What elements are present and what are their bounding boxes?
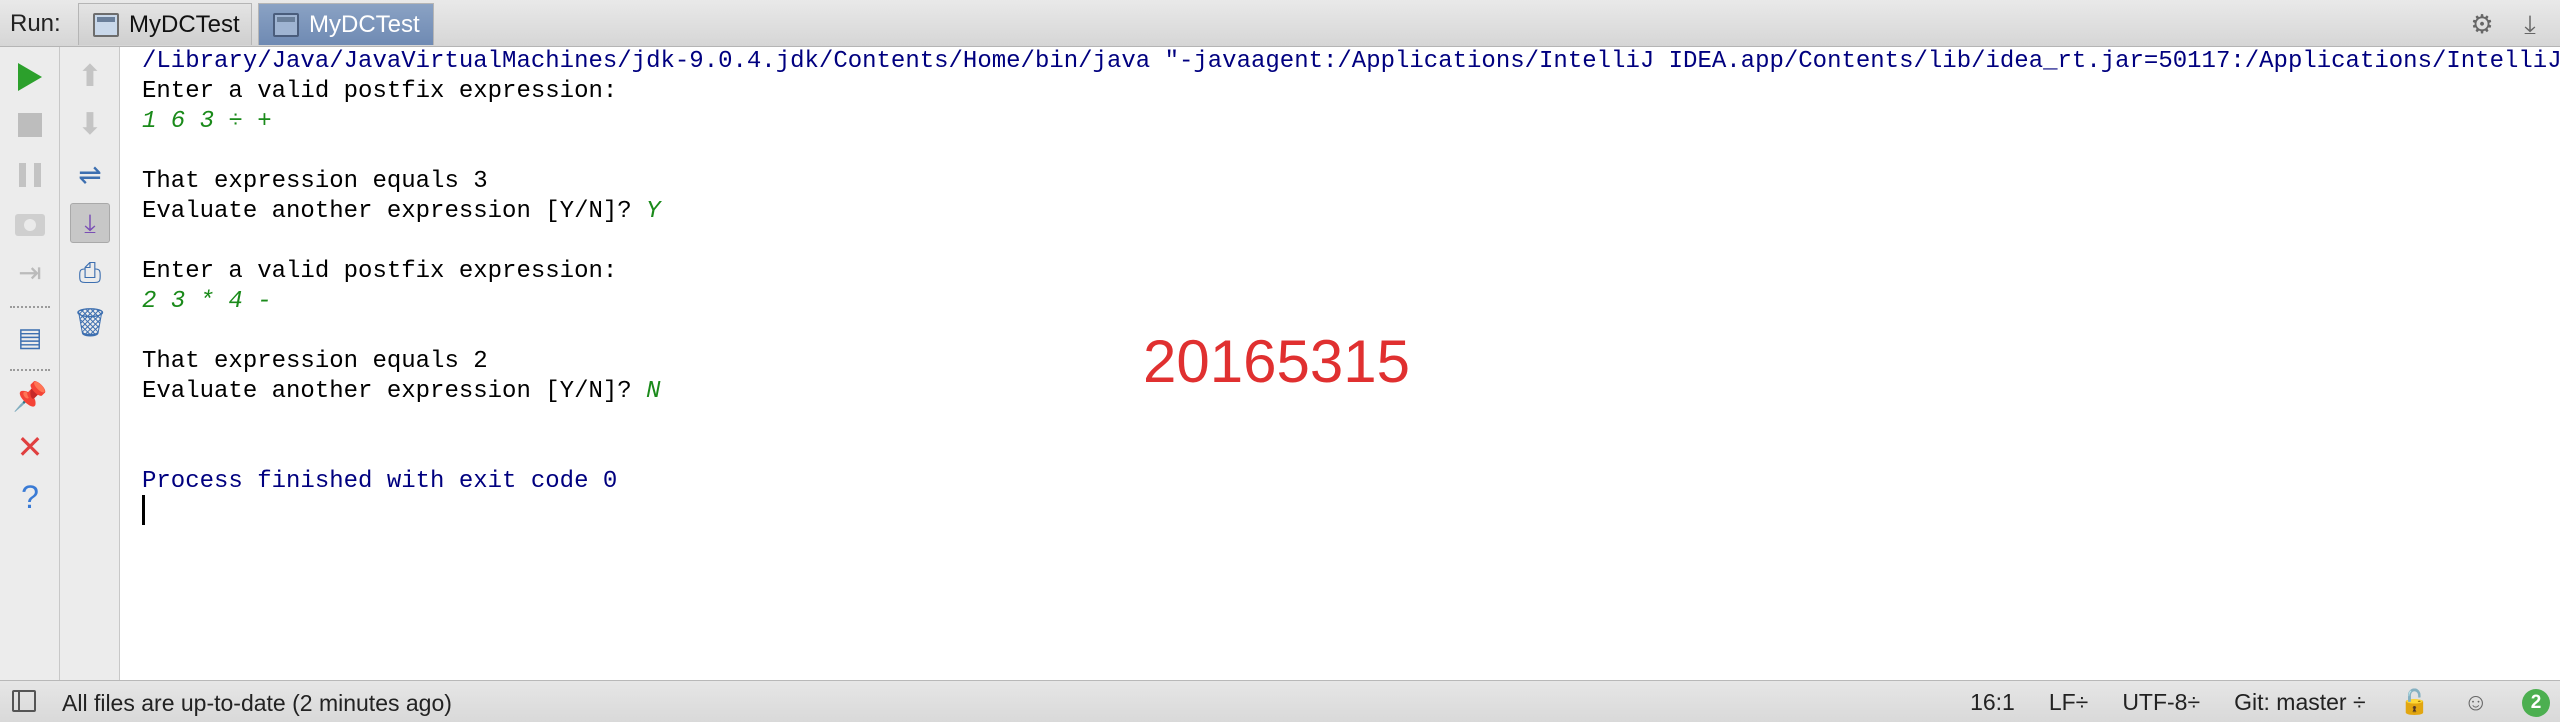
console-user-input: N [646, 378, 661, 405]
restore-layout-icon[interactable]: ⇥ [10, 253, 50, 293]
console-exit-line: Process finished with exit code 0 [142, 468, 618, 495]
console-line: Evaluate another expression [Y/N]? Y [142, 197, 661, 227]
down-arrow-icon[interactable]: ⬇ [70, 105, 110, 145]
run-tab-mydctest-1[interactable]: MyDCTest [78, 3, 252, 45]
watermark-text: 20165315 [1143, 328, 1410, 395]
console-user-input: 2 3 * 4 - [142, 288, 272, 315]
trash-icon[interactable]: 🗑 [70, 303, 110, 343]
git-branch[interactable]: Git: master ÷ [2234, 689, 2365, 716]
layout-icon[interactable]: ▤ [10, 317, 50, 357]
console-line: That expression equals 2 [142, 348, 488, 375]
line-separator[interactable]: LF÷ [2049, 689, 2088, 716]
stop-icon[interactable] [10, 105, 50, 145]
pin-icon[interactable]: 📌 [10, 377, 50, 417]
console-line: Enter a valid postfix expression: [142, 78, 618, 105]
status-message[interactable]: All files are up-to-date (2 minutes ago) [62, 690, 452, 717]
run-tab-mydctest-2[interactable]: MyDCTest [258, 3, 434, 45]
console-user-input: Y [646, 198, 661, 225]
run-toolbar-primary: ⇥ ▤ 📌 ✕ ? [0, 47, 60, 680]
tool-windows-toggle-icon[interactable] [12, 690, 36, 712]
console-line: Enter a valid postfix expression: [142, 258, 618, 285]
console-user-input: 1 6 3 ÷ + [142, 108, 272, 135]
status-bar: All files are up-to-date (2 minutes ago)… [0, 680, 2560, 722]
run-tool-window-header: Run: MyDCTest MyDCTest ⚙ ⤓ [0, 0, 2560, 47]
console-line: Evaluate another expression [Y/N]? N [142, 377, 661, 407]
console-line: That expression equals 3 [142, 168, 488, 195]
tab-label: MyDCTest [129, 10, 240, 38]
notifications-badge[interactable]: 2 [2522, 688, 2550, 717]
run-config-icon [93, 12, 119, 37]
help-icon[interactable]: ? [10, 477, 50, 517]
lock-icon[interactable]: 🔓 [2400, 688, 2430, 717]
scroll-to-end-icon[interactable]: ⤓ [70, 203, 110, 243]
close-icon[interactable]: ✕ [10, 427, 50, 467]
caret-position[interactable]: 16:1 [1970, 689, 2015, 716]
soft-wrap-icon[interactable]: ⇌ [70, 155, 110, 195]
inspector-icon[interactable]: ☺ [2463, 689, 2488, 717]
console-text: Evaluate another expression [Y/N]? [142, 378, 647, 405]
console-text: Evaluate another expression [Y/N]? [142, 198, 647, 225]
tab-label: MyDCTest [309, 10, 420, 38]
run-icon[interactable] [10, 57, 50, 97]
file-encoding[interactable]: UTF-8÷ [2122, 689, 2200, 716]
text-caret [142, 495, 145, 525]
snapshot-icon[interactable] [10, 205, 50, 245]
settings-gear-icon[interactable]: ⚙ [2466, 8, 2498, 40]
console-command-line: /Library/Java/JavaVirtualMachines/jdk-9.… [142, 48, 2560, 75]
run-config-icon [273, 12, 299, 37]
download-icon[interactable]: ⤓ [2514, 8, 2546, 40]
run-label: Run: [10, 10, 61, 37]
pause-icon[interactable] [10, 155, 50, 195]
up-arrow-icon[interactable]: ⬆ [70, 57, 110, 97]
print-icon[interactable]: ⎙ [70, 253, 110, 293]
run-toolbar-secondary: ⬆ ⬇ ⇌ ⤓ ⎙ 🗑 [60, 47, 120, 680]
